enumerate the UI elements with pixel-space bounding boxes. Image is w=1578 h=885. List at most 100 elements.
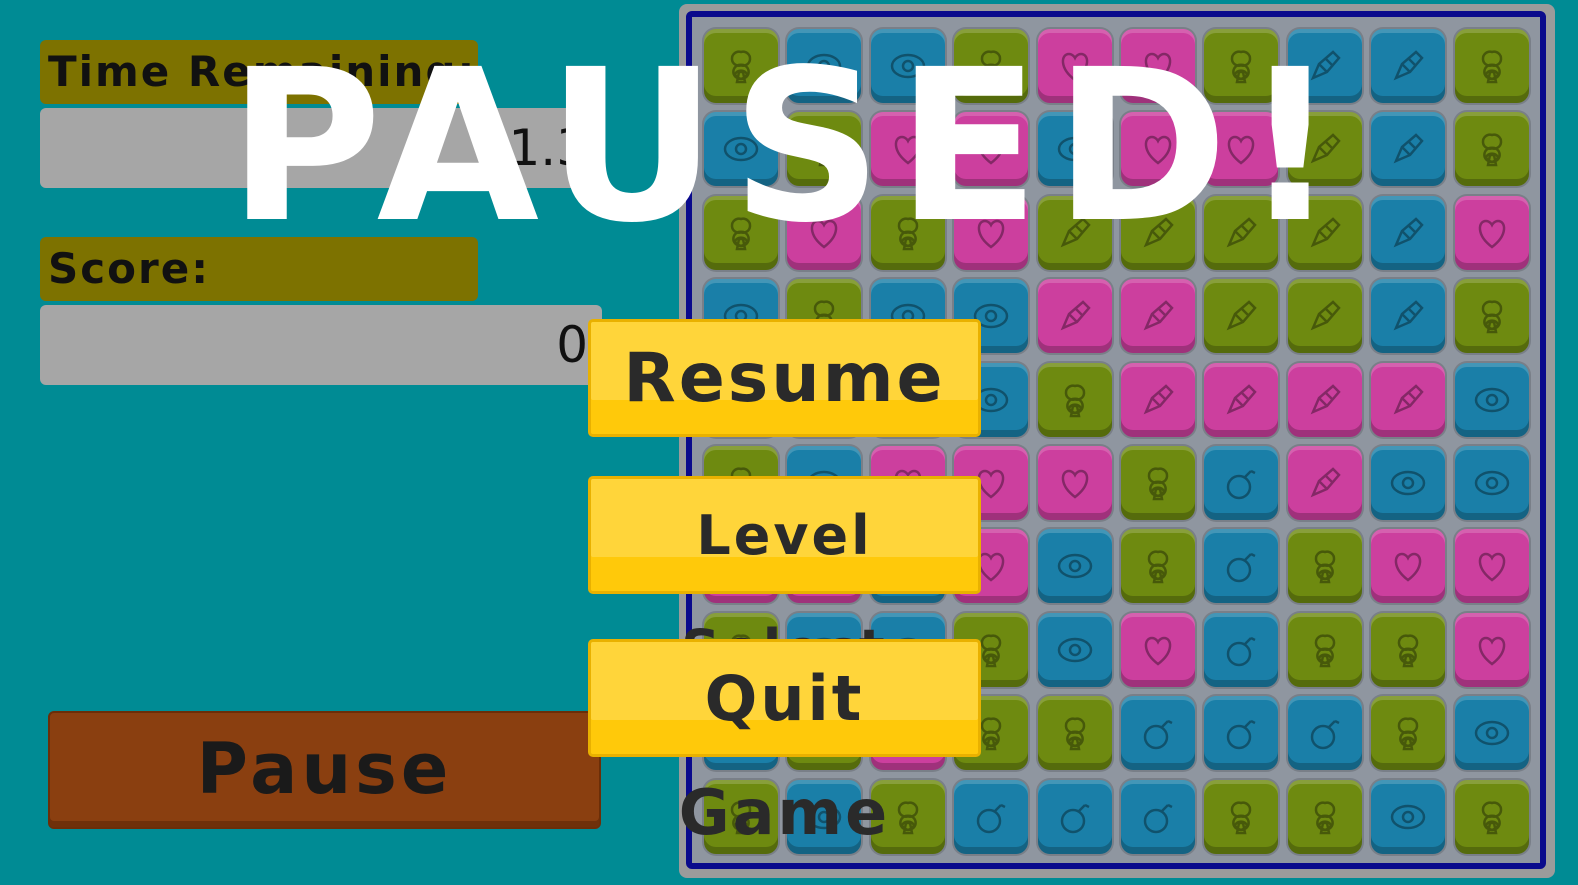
board-tile[interactable] <box>1204 779 1279 854</box>
board-tile[interactable] <box>1454 29 1529 103</box>
pause-button[interactable]: Pause <box>48 711 601 829</box>
board-tile[interactable] <box>1371 29 1446 103</box>
board-tile[interactable] <box>954 779 1029 854</box>
eye-icon <box>1390 470 1426 496</box>
board-tile[interactable] <box>1454 195 1529 270</box>
heart-icon <box>1061 469 1088 499</box>
heart-icon <box>1478 219 1505 249</box>
club-icon <box>1314 801 1336 834</box>
board-tile[interactable] <box>1287 446 1362 520</box>
quit-game-button[interactable]: Quit Game <box>588 639 981 849</box>
bomb-icon <box>976 803 1006 833</box>
board-tile[interactable] <box>1371 446 1446 520</box>
heart-icon <box>1144 636 1172 666</box>
board-tile[interactable] <box>1371 696 1446 771</box>
board-tile[interactable] <box>1454 779 1529 854</box>
rocket-icon <box>1310 383 1341 414</box>
club-icon <box>1231 801 1252 834</box>
rocket-icon <box>1143 300 1174 331</box>
board-tile[interactable] <box>1287 612 1362 687</box>
level-select-button[interactable]: Level Select <box>588 476 981 681</box>
bomb-icon <box>1227 720 1256 750</box>
board-tile[interactable] <box>1121 279 1195 354</box>
board-tile[interactable] <box>1121 529 1195 604</box>
club-icon <box>1481 300 1502 334</box>
club-icon <box>1481 50 1502 84</box>
bomb-icon <box>1143 720 1173 750</box>
board-tile[interactable] <box>1037 779 1112 854</box>
board-tile[interactable] <box>1454 529 1529 604</box>
club-icon <box>1314 550 1336 584</box>
board-tile[interactable] <box>1287 779 1362 854</box>
bomb-icon <box>1227 553 1256 583</box>
club-icon <box>1314 634 1336 668</box>
board-tile[interactable] <box>1204 279 1279 354</box>
eye-icon <box>1474 470 1509 496</box>
rocket-icon <box>1393 50 1424 81</box>
board-tile[interactable] <box>1121 612 1195 687</box>
eye-icon <box>1474 720 1509 746</box>
heart-icon <box>1478 636 1505 666</box>
board-tile[interactable] <box>1121 446 1195 520</box>
club-icon <box>1397 717 1419 751</box>
rocket-icon <box>1310 467 1341 498</box>
rocket-icon <box>1060 300 1091 331</box>
board-tile[interactable] <box>1454 446 1529 520</box>
board-tile[interactable] <box>1287 279 1362 354</box>
board-tile[interactable] <box>1204 696 1279 771</box>
score-value: 0 <box>40 305 602 385</box>
board-tile[interactable] <box>1287 529 1362 604</box>
rocket-icon <box>1227 300 1258 331</box>
heart-icon <box>1478 553 1505 582</box>
board-tile[interactable] <box>1287 696 1362 771</box>
resume-button[interactable]: Resume <box>588 319 981 437</box>
eye-icon <box>1057 637 1092 663</box>
board-tile[interactable] <box>1204 529 1279 604</box>
board-tile[interactable] <box>1454 696 1529 771</box>
bomb-icon <box>1310 720 1340 750</box>
rocket-icon <box>1143 383 1174 414</box>
board-tile[interactable] <box>1037 529 1112 604</box>
board-tile[interactable] <box>1121 362 1195 437</box>
club-icon <box>1147 550 1169 584</box>
club-icon <box>1481 133 1502 167</box>
board-tile[interactable] <box>1371 779 1446 854</box>
board-tile[interactable] <box>1371 195 1446 270</box>
club-icon <box>1064 384 1085 417</box>
board-tile[interactable] <box>1121 779 1195 854</box>
bomb-icon <box>1060 803 1090 833</box>
board-tile[interactable] <box>1371 112 1446 187</box>
rocket-icon <box>1393 383 1424 414</box>
board-tile[interactable] <box>1204 446 1279 520</box>
club-icon <box>1481 801 1502 834</box>
board-tile[interactable] <box>1121 696 1195 771</box>
board-tile[interactable] <box>1371 279 1446 354</box>
board-tile[interactable] <box>1454 362 1529 437</box>
board-tile[interactable] <box>1287 362 1362 437</box>
eye-icon <box>1057 554 1092 579</box>
paused-title: PAUSED! <box>227 24 1352 269</box>
board-tile[interactable] <box>1454 112 1529 187</box>
board-tile[interactable] <box>1371 362 1446 437</box>
board-tile[interactable] <box>1037 279 1112 354</box>
board-tile[interactable] <box>1037 612 1112 687</box>
eye-icon <box>1474 387 1509 412</box>
rocket-icon <box>1310 300 1341 331</box>
bomb-icon <box>1227 636 1256 667</box>
board-tile[interactable] <box>1371 529 1446 604</box>
bomb-icon <box>1227 469 1256 500</box>
board-tile[interactable] <box>1204 612 1279 687</box>
board-tile[interactable] <box>1454 279 1529 354</box>
board-tile[interactable] <box>1371 612 1446 687</box>
board-tile[interactable] <box>1204 362 1279 437</box>
club-icon <box>1064 717 1085 751</box>
board-tile[interactable] <box>1454 612 1529 687</box>
eye-icon <box>1390 804 1426 829</box>
board-tile[interactable] <box>1037 446 1112 520</box>
rocket-icon <box>1227 383 1258 414</box>
bomb-icon <box>1143 803 1173 833</box>
board-tile[interactable] <box>1037 696 1112 771</box>
heart-icon <box>1394 553 1422 582</box>
club-icon <box>897 801 919 834</box>
board-tile[interactable] <box>1037 362 1112 437</box>
